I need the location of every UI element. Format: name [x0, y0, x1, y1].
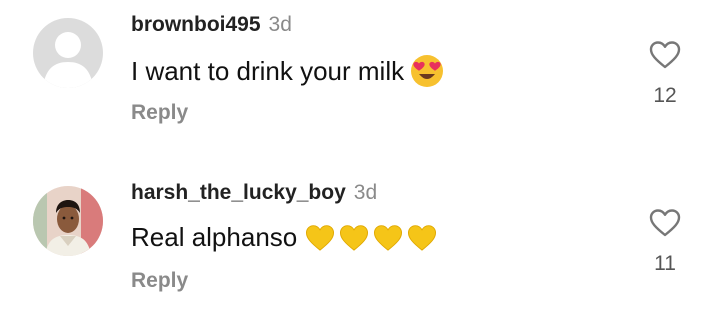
yellow-heart-emoji: [305, 224, 335, 252]
like-count: 11: [654, 252, 676, 275]
comment-username[interactable]: brownboi495 3d: [131, 13, 292, 37]
comment-text: I want to drink your milk: [131, 54, 444, 88]
like-control: 12: [640, 40, 690, 108]
avatar[interactable]: [33, 186, 103, 256]
comment-time: 3d: [353, 181, 378, 204]
username-text[interactable]: brownboi495: [131, 13, 261, 36]
comment-text-body: Real alphanso: [131, 222, 298, 252]
heart-icon[interactable]: [649, 208, 681, 238]
comment-item: brownboi495 3d I want to drink your milk …: [0, 0, 720, 150]
yellow-heart-emoji: [339, 224, 369, 252]
username-text[interactable]: harsh_the_lucky_boy: [131, 181, 346, 204]
like-count: 12: [653, 84, 677, 107]
reply-button[interactable]: Reply: [131, 269, 188, 293]
heart-icon[interactable]: [649, 40, 681, 70]
comment-username[interactable]: harsh_the_lucky_boy 3d: [131, 181, 377, 205]
yellow-heart-emoji: [407, 224, 437, 252]
comment-text-body: I want to drink your milk: [131, 55, 405, 86]
heart-eyes-emoji: [410, 54, 444, 88]
comment-time: 3d: [268, 13, 292, 36]
comment-item: harsh_the_lucky_boy 3d Real alphanso Repl…: [0, 168, 720, 309]
like-control: 11: [640, 208, 690, 276]
reply-button[interactable]: Reply: [131, 101, 188, 125]
yellow-heart-emoji: [373, 224, 403, 252]
avatar[interactable]: [33, 18, 103, 88]
comment-text: Real alphanso: [131, 222, 437, 253]
